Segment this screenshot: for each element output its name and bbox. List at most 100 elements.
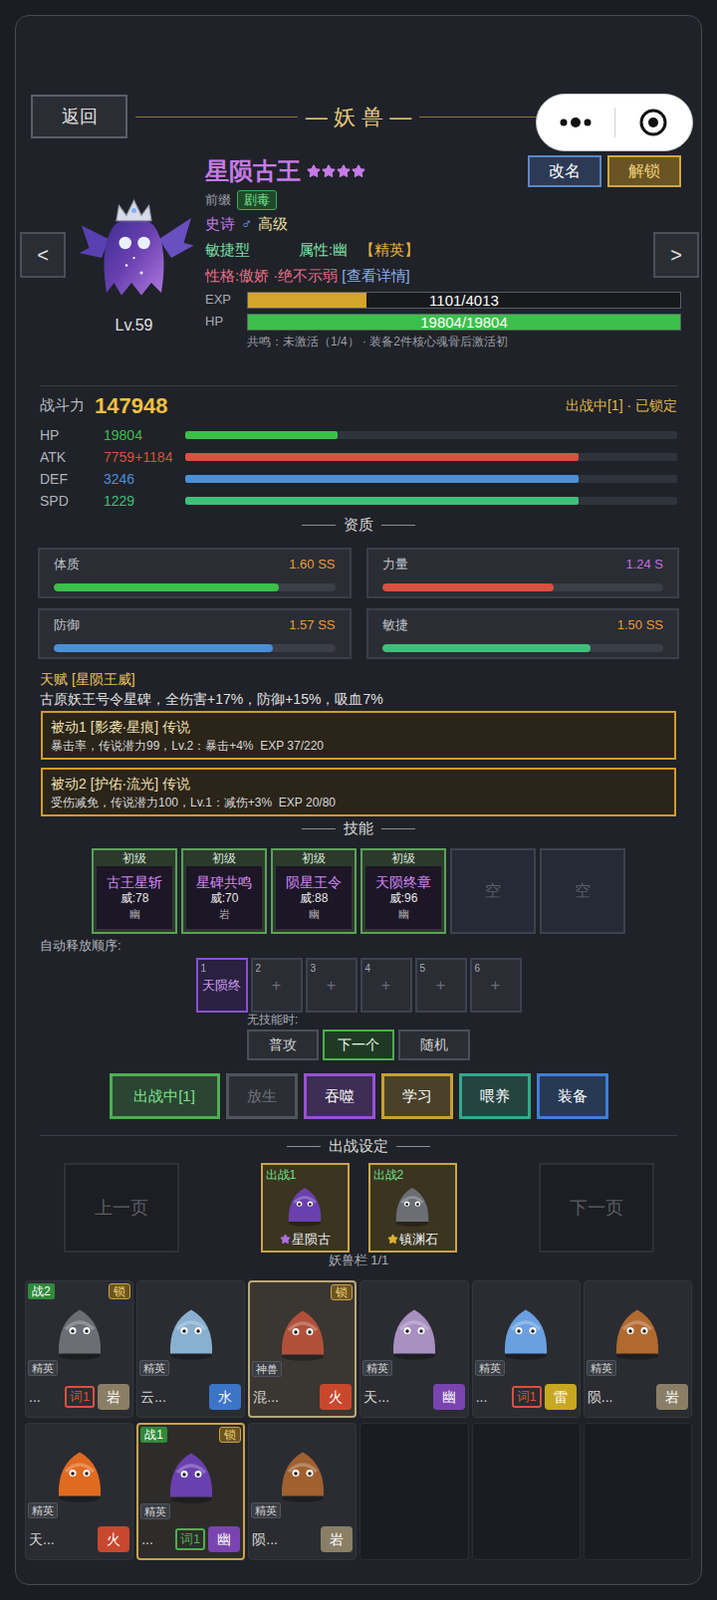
beast-sprite-icon [156, 1437, 227, 1508]
skill-slot[interactable]: 初级天陨终章威:96幽 [360, 848, 447, 935]
beast-sprite-icon [277, 1176, 332, 1230]
element-tag: 岩 [656, 1384, 689, 1411]
fallback: 无技能时:普攻下一个随机 [246, 1012, 702, 1061]
more-button[interactable] [536, 117, 615, 128]
aptitude-grid: 体质1.60 SS力量1.24 S防御1.57 SS敏捷1.50 SS [37, 547, 680, 660]
beast-sprite-icon [44, 1294, 115, 1365]
stat-row: SPD1229 [39, 489, 678, 512]
beast-sprite-icon [379, 1294, 450, 1365]
rarity-badge: 精英 [362, 1360, 393, 1377]
star-icon [351, 164, 366, 179]
auto-order-slot[interactable]: 5+ [415, 957, 468, 1013]
skill-slot[interactable]: 初级陨星王令威:88幽 [270, 848, 357, 935]
close-button[interactable] [615, 107, 694, 138]
rename-button[interactable]: 改名 [527, 155, 602, 188]
auto-order-slot[interactable]: 2+ [250, 957, 303, 1013]
stat-row: DEF3246 [39, 468, 678, 490]
action-button[interactable]: 出战中[1] [109, 1073, 221, 1120]
element-tag: 岩 [97, 1384, 130, 1411]
next-button[interactable]: > [653, 232, 700, 278]
beast-card[interactable]: 精英...词1雷 [472, 1280, 581, 1419]
auto-order-slot[interactable]: 3+ [305, 957, 358, 1013]
rarity-badge: 精英 [139, 1360, 170, 1377]
info: 星陨古王改名解锁前缀剧毒史诗♂高级敏捷型属性:幽【精英】性格:傲娇 ·绝不示弱[… [205, 147, 682, 359]
prev-page-button[interactable]: 上一页 [63, 1163, 180, 1253]
more-icon [558, 117, 593, 128]
dispatch-slot[interactable]: 出战2镇渊石 [368, 1163, 458, 1253]
prefix-tag: 剧毒 [237, 190, 277, 211]
auto-order-slots: 1天陨终2+3+4+5+6+ [15, 957, 702, 1013]
dispatch-row: 上一页出战1星陨古出战2镇渊石下一页 [15, 1163, 702, 1253]
action-button[interactable]: 放生 [226, 1073, 298, 1120]
dispatch-slot[interactable]: 出战1星陨古 [260, 1163, 350, 1253]
empty-slot [472, 1423, 581, 1561]
level-label: Lv.59 [115, 313, 154, 338]
details-link[interactable]: [查看详情] [341, 264, 410, 288]
beast-card[interactable]: 精英天...幽 [359, 1280, 469, 1419]
empty-slot [583, 1423, 693, 1561]
skill-slots: 初级古王星斩威:78幽初级星碑共鸣威:70岩初级陨星王令威:88幽初级天陨终章威… [15, 848, 702, 935]
aptitude-title: 资质 [15, 514, 702, 535]
passives: 被动1 [影袭·星痕] 传说暴击率，传说潜力99，Lv.2：暴击+4% EXP … [40, 711, 677, 817]
beast-name: 星陨古王 [205, 153, 301, 190]
action-button[interactable]: 学习 [381, 1073, 454, 1120]
ghost-king-icon [71, 183, 197, 308]
beast-sprite-icon [490, 1294, 561, 1365]
affix-tag: 词1 [511, 1386, 542, 1409]
passive-card[interactable]: 被动1 [影袭·星痕] 传说暴击率，传说潜力99，Lv.2：暴击+4% EXP … [40, 711, 677, 760]
unlock-button[interactable]: 解锁 [607, 155, 682, 188]
auto-order-slot[interactable]: 4+ [360, 957, 413, 1013]
power-row: 战斗力147948出战中[1] · 已锁定 [39, 385, 678, 423]
beast-card[interactable]: 战1锁精英...词1幽 [136, 1423, 245, 1561]
lock-badge: 锁 [108, 1283, 131, 1300]
beast-sprite-icon [267, 1295, 338, 1366]
skill-slot-empty[interactable]: 空 [450, 848, 536, 935]
skill-slot-empty[interactable]: 空 [539, 848, 626, 935]
beast-card[interactable]: 锁神兽混...火 [247, 1280, 357, 1419]
aptitude-card: 力量1.24 S [366, 547, 681, 599]
roster-caption: 妖兽栏 1/1 [15, 1252, 702, 1269]
info-bar: HP19804/19804 [205, 310, 682, 333]
skill-slot[interactable]: 初级星碑共鸣威:70岩 [181, 848, 267, 935]
skill-slot[interactable]: 初级古王星斩威:78幽 [91, 848, 178, 935]
beast-card[interactable]: 精英云...水 [136, 1280, 245, 1419]
resonance-text: 共鸣：未激活（1/4） · 装备2件核心魂骨后激活初 [205, 332, 682, 351]
beast-card[interactable]: 精英陨...岩 [247, 1423, 357, 1561]
element-tag: 岩 [320, 1526, 353, 1553]
rarity-badge: 精英 [250, 1502, 281, 1519]
auto-order-slot[interactable]: 6+ [470, 957, 522, 1013]
element-tag: 幽 [208, 1526, 240, 1553]
fallback-option[interactable]: 随机 [398, 1029, 471, 1061]
page-title: — 妖 兽 — [305, 100, 412, 134]
auto-order-slot[interactable]: 1天陨终 [196, 957, 248, 1013]
beast-card[interactable]: 战2锁精英...词1岩 [24, 1280, 134, 1419]
beast-card[interactable]: 精英天...火 [24, 1423, 134, 1561]
star-icon [279, 1233, 291, 1245]
star-rating [306, 164, 366, 179]
beast-grid: 战2锁精英...词1岩精英云...水锁神兽混...火精英天...幽精英...词1… [15, 1280, 702, 1561]
next-page-button[interactable]: 下一页 [538, 1163, 655, 1253]
rarity-badge: 精英 [27, 1360, 58, 1377]
fallback-option[interactable]: 普攻 [246, 1029, 319, 1061]
dispatch-title: 出战设定 [15, 1136, 702, 1157]
stat-row: ATK7759+1184 [39, 446, 678, 469]
power-value: 147948 [94, 389, 168, 423]
back-button[interactable]: 返回 [30, 94, 128, 139]
action-button[interactable]: 喂养 [459, 1073, 531, 1120]
action-button[interactable]: 吞噬 [303, 1073, 376, 1120]
star-icon [336, 164, 351, 179]
action-button[interactable]: 装备 [536, 1073, 609, 1120]
capsule [535, 93, 694, 152]
affix-tag: 词1 [64, 1386, 95, 1409]
fallback-option[interactable]: 下一个 [322, 1029, 395, 1061]
rarity-badge: 精英 [27, 1502, 58, 1519]
battle-badge: 战2 [27, 1283, 55, 1300]
empty-slot [359, 1423, 469, 1561]
beast-card[interactable]: 精英陨...岩 [583, 1280, 693, 1419]
star-icon [306, 164, 321, 179]
talent: 天赋 [星陨王威]古原妖王号令星碑，全伤害+17%，防御+15%，吸血7% [39, 669, 678, 710]
prev-button[interactable]: < [19, 232, 66, 278]
element-tag: 火 [97, 1526, 130, 1553]
element-tag: 火 [319, 1384, 352, 1411]
passive-card[interactable]: 被动2 [护佑·流光] 传说受伤减免，传说潜力100，Lv.1：减伤+3% EX… [40, 767, 677, 817]
